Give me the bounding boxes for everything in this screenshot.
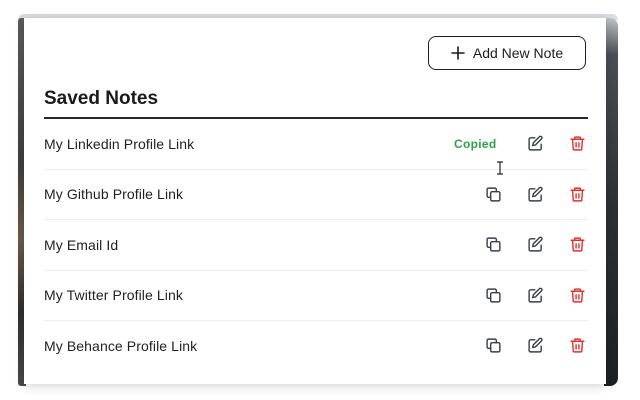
note-actions <box>462 170 588 220</box>
notes-popup: Add New Note Saved Notes My Linkedin Pro… <box>24 18 606 384</box>
note-actions <box>462 271 588 321</box>
note-actions: Copied <box>454 119 588 169</box>
delete-button[interactable] <box>566 284 588 306</box>
add-new-note-button[interactable]: Add New Note <box>428 36 586 70</box>
delete-button[interactable] <box>566 183 588 205</box>
notes-list: My Linkedin Profile Link Copied My Githu… <box>44 119 588 371</box>
note-row[interactable]: My Linkedin Profile Link Copied <box>44 119 588 170</box>
delete-button[interactable] <box>566 133 588 155</box>
note-name[interactable]: My Email Id <box>44 237 118 253</box>
copy-button[interactable] <box>482 234 504 256</box>
copy-icon <box>485 338 501 353</box>
note-name[interactable]: My Linkedin Profile Link <box>44 136 194 152</box>
note-name[interactable]: My Behance Profile Link <box>44 338 197 354</box>
edit-button[interactable] <box>524 335 546 357</box>
copy-icon <box>485 187 501 202</box>
trash-icon <box>569 136 585 151</box>
trash-icon <box>569 187 585 202</box>
copy-button[interactable] <box>482 335 504 357</box>
background-page-right <box>604 18 618 386</box>
delete-button[interactable] <box>566 234 588 256</box>
edit-icon <box>527 236 543 252</box>
copy-button[interactable] <box>482 183 504 205</box>
edit-button[interactable] <box>524 284 546 306</box>
note-row[interactable]: My Email Id <box>44 220 588 271</box>
plus-icon <box>451 46 465 60</box>
note-actions <box>462 321 588 371</box>
copied-status: Copied <box>454 136 497 151</box>
delete-button[interactable] <box>566 335 588 357</box>
note-actions <box>462 220 588 270</box>
add-new-note-label: Add New Note <box>472 45 564 61</box>
copy-button[interactable] <box>482 284 504 306</box>
edit-icon <box>527 135 543 151</box>
edit-button[interactable] <box>524 133 546 155</box>
edit-icon <box>527 337 543 353</box>
edit-icon <box>527 186 543 202</box>
edit-button[interactable] <box>524 183 546 205</box>
note-row[interactable]: My Behance Profile Link <box>44 321 588 371</box>
trash-icon <box>569 338 585 353</box>
note-row[interactable]: My Twitter Profile Link <box>44 271 588 321</box>
copy-icon <box>485 237 501 252</box>
app-window: Add New Note Saved Notes My Linkedin Pro… <box>0 0 640 400</box>
note-row[interactable]: My Github Profile Link <box>44 170 588 220</box>
page-title: Saved Notes <box>44 88 159 109</box>
note-name[interactable]: My Twitter Profile Link <box>44 287 183 303</box>
note-name[interactable]: My Github Profile Link <box>44 186 183 202</box>
text-cursor-icon <box>497 161 503 175</box>
edit-icon <box>527 287 543 303</box>
edit-button[interactable] <box>524 234 546 256</box>
trash-icon <box>569 237 585 252</box>
trash-icon <box>569 288 585 303</box>
copy-icon <box>485 288 501 303</box>
